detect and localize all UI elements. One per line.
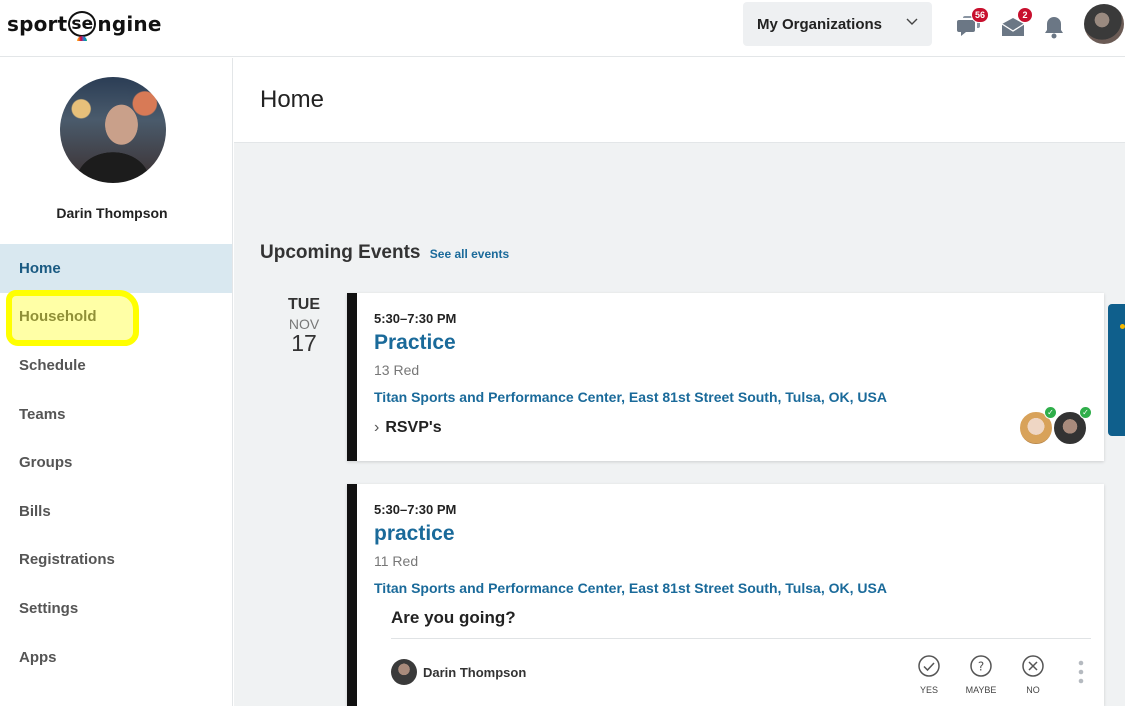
event-team: 13 Red (374, 362, 420, 378)
rsvp-question: Are you going? (391, 608, 516, 627)
responder-row: Darin Thompson (391, 659, 526, 685)
check-icon: ✓ (1079, 406, 1092, 419)
sidebar: Darin Thompson Home Household Schedule T… (0, 58, 233, 706)
sidebar-item-home[interactable]: Home (0, 244, 232, 293)
see-all-events-link[interactable]: See all events (430, 247, 509, 261)
notifications-button[interactable] (1042, 14, 1068, 40)
page-title: Home (260, 86, 325, 113)
more-options-icon[interactable] (1078, 659, 1084, 685)
logo-text-mid: se (71, 13, 94, 34)
sidebar-item-settings[interactable]: Settings (0, 584, 232, 633)
rsvp-no-button[interactable]: NO (1011, 654, 1055, 695)
upcoming-events-heading: Upcoming Events See all events (260, 242, 509, 264)
event-team: 11 Red (374, 553, 419, 569)
sidebar-item-label: Groups (19, 454, 73, 472)
avatar (391, 659, 417, 685)
my-organizations-dropdown[interactable]: My Organizations (743, 2, 932, 46)
event-time: 5:30–7:30 PM (374, 311, 457, 326)
event-location-link[interactable]: Titan Sports and Performance Center, Eas… (374, 580, 887, 596)
chat-button[interactable]: 56 (956, 7, 989, 40)
sidebar-item-bills[interactable]: Bills (0, 487, 232, 536)
mail-button[interactable]: 2 (1000, 7, 1033, 40)
feedback-tab[interactable] (1108, 304, 1125, 436)
check-circle-icon (918, 655, 940, 677)
chat-count-badge: 56 (970, 7, 989, 23)
org-dropdown-label: My Organizations (757, 15, 883, 33)
sidebar-item-apps[interactable]: Apps (0, 633, 232, 682)
chevron-down-icon (906, 18, 918, 25)
event-title-link[interactable]: practice (374, 522, 455, 546)
sidebar-item-label: Home (19, 259, 61, 277)
rsvp-toggle[interactable]: › RSVP's (374, 419, 442, 437)
x-circle-icon (1022, 655, 1044, 677)
bell-icon (1045, 17, 1063, 39)
svg-text:?: ? (978, 660, 984, 674)
sidebar-item-registrations[interactable]: Registrations (0, 536, 232, 585)
main-content: Home Upcoming Events See all events TUE … (234, 58, 1125, 706)
yellow-highlight-annotation (6, 290, 139, 346)
sidebar-item-label: Registrations (19, 551, 115, 569)
mail-count-badge: 2 (1017, 7, 1033, 23)
logo-text-right: ngine (97, 12, 162, 36)
profile-name: Darin Thompson (56, 205, 168, 221)
chevron-right-icon: › (374, 419, 380, 436)
sidebar-item-label: Bills (19, 502, 51, 520)
sidebar-item-groups[interactable]: Groups (0, 438, 232, 487)
event-card[interactable]: 5:30–7:30 PM Practice 13 Red Titan Sport… (347, 293, 1104, 461)
page-header: Home (234, 58, 1125, 143)
responder-name: Darin Thompson (423, 664, 527, 680)
event-location-link[interactable]: Titan Sports and Performance Center, Eas… (374, 389, 887, 405)
sportsengine-logo[interactable]: sport se ngine (7, 10, 162, 41)
divider (391, 638, 1091, 639)
upcoming-events-label: Upcoming Events (260, 242, 421, 263)
event-card[interactable]: 5:30–7:30 PM practice 11 Red Titan Sport… (347, 484, 1104, 706)
rsvp-no-label: NO (1026, 685, 1040, 695)
rsvp-label: RSVP's (385, 419, 442, 436)
rsvp-yes-label: YES (919, 685, 938, 695)
sidebar-item-label: Apps (19, 648, 57, 666)
rsvp-maybe-button[interactable]: ? MAYBE (959, 654, 1003, 695)
peacock-icon (77, 36, 88, 41)
attendee-avatars: ✓ ✓ (1018, 406, 1096, 448)
date-day: 17 (291, 330, 317, 356)
sidebar-item-label: Schedule (19, 356, 86, 374)
user-avatar-menu[interactable] (1084, 4, 1124, 44)
date-day-of-week: TUE (288, 296, 320, 313)
sidebar-item-label: Settings (19, 599, 79, 617)
top-bar: sport se ngine My Organizations 56 2 (0, 0, 1125, 57)
profile-photo[interactable] (60, 77, 166, 183)
sidebar-item-teams[interactable]: Teams (0, 390, 232, 439)
question-circle-icon: ? (970, 655, 992, 677)
logo-circle: se (68, 11, 97, 41)
event-title-link[interactable]: Practice (374, 331, 456, 355)
logo-text-left: sport (7, 12, 68, 36)
rsvp-maybe-label: MAYBE (965, 685, 997, 695)
event-date: TUE NOV 17 (274, 296, 334, 357)
sidebar-item-label: Teams (19, 405, 66, 423)
sidebar-item-schedule[interactable]: Schedule (0, 341, 232, 390)
event-time: 5:30–7:30 PM (374, 502, 457, 517)
rsvp-yes-button[interactable]: YES (907, 654, 951, 695)
